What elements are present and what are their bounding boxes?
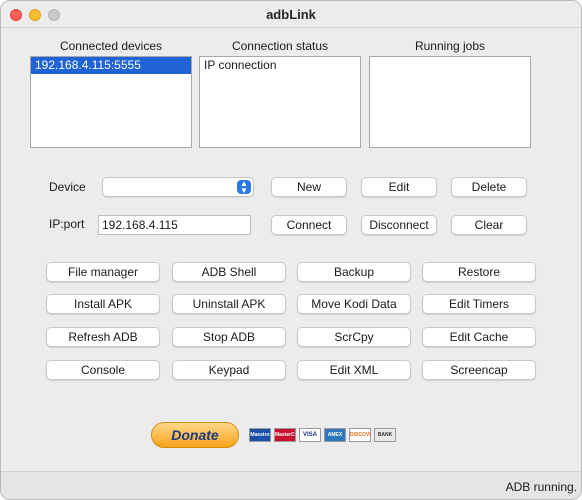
- clear-button[interactable]: Clear: [451, 215, 527, 235]
- amex-card-icon: AMEX: [324, 428, 346, 442]
- bank-icon: BANK: [374, 428, 396, 442]
- edit-device-button[interactable]: Edit: [361, 177, 437, 197]
- move-kodi-data-button[interactable]: Move Kodi Data: [297, 294, 411, 314]
- delete-device-button[interactable]: Delete: [451, 177, 527, 197]
- chevron-updown-icon: ▲ ▼: [237, 180, 251, 195]
- new-device-button[interactable]: New: [271, 177, 347, 197]
- payment-cards: Maestro MasterCard VISA AMEX DISCOVER BA…: [249, 428, 396, 442]
- restore-button[interactable]: Restore: [422, 262, 536, 282]
- disconnect-button[interactable]: Disconnect: [361, 215, 437, 235]
- edit-xml-button[interactable]: Edit XML: [297, 360, 411, 380]
- visa-card-icon: VISA: [299, 428, 321, 442]
- connection-status-list[interactable]: IP connection: [199, 56, 361, 148]
- adb-shell-button[interactable]: ADB Shell: [172, 262, 286, 282]
- running-jobs-label: Running jobs: [414, 39, 486, 53]
- mastercard-icon: MasterCard: [274, 428, 296, 442]
- status-bar: ADB running.: [1, 471, 581, 499]
- edit-timers-button[interactable]: Edit Timers: [422, 294, 536, 314]
- ipport-label: IP:port: [49, 217, 85, 231]
- backup-button[interactable]: Backup: [297, 262, 411, 282]
- device-list-item[interactable]: 192.168.4.115:5555: [31, 57, 191, 74]
- connected-devices-label: Connected devices: [59, 39, 163, 53]
- device-select[interactable]: ▲ ▼: [102, 177, 254, 197]
- running-jobs-list[interactable]: [369, 56, 531, 148]
- title-bar: adbLink: [1, 1, 581, 28]
- status-text: ADB running.: [505, 480, 577, 494]
- connected-devices-list[interactable]: 192.168.4.115:5555: [30, 56, 192, 148]
- edit-cache-button[interactable]: Edit Cache: [422, 327, 536, 347]
- device-label: Device: [49, 180, 86, 194]
- file-manager-button[interactable]: File manager: [46, 262, 160, 282]
- screencap-button[interactable]: Screencap: [422, 360, 536, 380]
- window-title: adbLink: [266, 7, 316, 22]
- stop-adb-button[interactable]: Stop ADB: [172, 327, 286, 347]
- connect-button[interactable]: Connect: [271, 215, 347, 235]
- install-apk-button[interactable]: Install APK: [46, 294, 160, 314]
- uninstall-apk-button[interactable]: Uninstall APK: [172, 294, 286, 314]
- maestro-card-icon: Maestro: [249, 428, 271, 442]
- scrcpy-button[interactable]: ScrCpy: [297, 327, 411, 347]
- connection-status-label: Connection status: [231, 39, 329, 53]
- keypad-button[interactable]: Keypad: [172, 360, 286, 380]
- ipport-input[interactable]: 192.168.4.115: [98, 215, 251, 235]
- discover-card-icon: DISCOVER: [349, 428, 371, 442]
- donate-button[interactable]: Donate: [151, 422, 239, 448]
- status-list-item[interactable]: IP connection: [200, 57, 360, 74]
- console-button[interactable]: Console: [46, 360, 160, 380]
- app-window: adbLink Connected devices Connection sta…: [0, 0, 582, 500]
- refresh-adb-button[interactable]: Refresh ADB: [46, 327, 160, 347]
